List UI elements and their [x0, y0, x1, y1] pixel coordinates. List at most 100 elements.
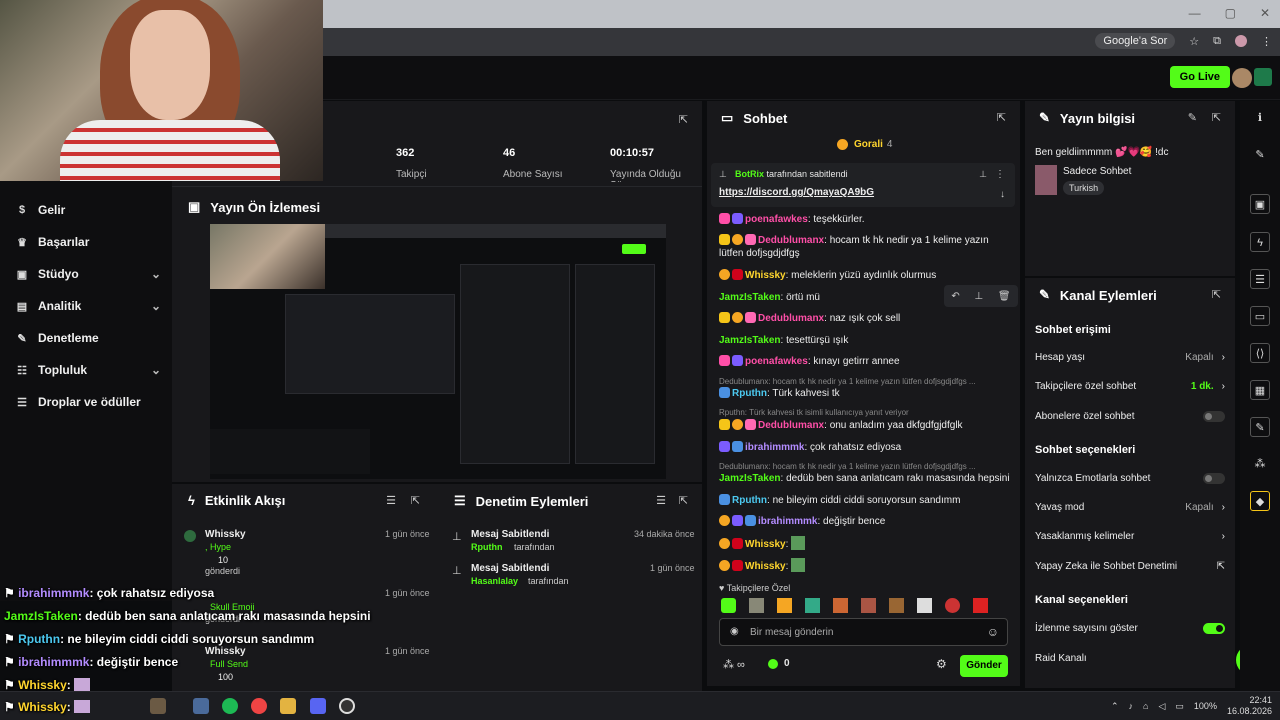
app-icon[interactable]: [150, 698, 166, 714]
top-gifter[interactable]: Gorali 4: [837, 139, 892, 150]
sidebar-item-moderation[interactable]: ✎ Denetleme: [16, 331, 161, 345]
chat-message[interactable]: Rputhn: Türk kahvesi tk: [719, 387, 1014, 400]
reply-icon[interactable]: ↶: [951, 291, 959, 302]
lightning-icon[interactable]: ϟ: [1250, 232, 1270, 252]
pin-icon[interactable]: ⊥: [979, 169, 987, 180]
app-logo-icon[interactable]: [1254, 68, 1272, 86]
expand-icon[interactable]: ⇱: [679, 494, 688, 507]
raid-row[interactable]: Raid Kanalı: [1035, 653, 1225, 664]
subs-chat-toggle[interactable]: [1203, 411, 1225, 422]
chat-message[interactable]: ibrahimmmk: değiştir bence: [719, 515, 1014, 528]
chat-message[interactable]: Dedublumanx: onu anladım yaa dkfgdfgjdfg…: [719, 419, 1014, 432]
star-icon[interactable]: ☆: [1189, 35, 1199, 48]
expand-icon[interactable]: ⇱: [411, 494, 420, 507]
chat-input[interactable]: ◉ Bir mesaj gönderin ☺: [719, 618, 1008, 646]
extensions-icon[interactable]: ⧉: [1213, 35, 1221, 48]
pinned-message[interactable]: ⊥ BotRix tarafından sabitlendi https://d…: [711, 163, 1015, 207]
chat-message[interactable]: Whissky: meleklerin yüzü aydınlık olurmu…: [719, 269, 1014, 282]
emote-icon[interactable]: [777, 598, 792, 613]
community-icon[interactable]: ⁂: [1250, 454, 1270, 474]
arrow-down-icon[interactable]: ↓: [1000, 189, 1005, 200]
go-live-button[interactable]: Go Live: [1169, 66, 1230, 88]
chat-message[interactable]: poenafawkes: teşekkürler.: [719, 213, 1014, 226]
pinned-link[interactable]: https://discord.gg/QmayaQA9bG: [719, 187, 874, 198]
stream-preview-video[interactable]: [210, 224, 666, 479]
emote-icon[interactable]: [917, 598, 932, 613]
folder-icon[interactable]: [280, 698, 296, 714]
emote-icon[interactable]: [749, 598, 764, 613]
chrome-icon[interactable]: [251, 698, 267, 714]
delete-icon[interactable]: 🗑: [998, 291, 1011, 302]
profile-icon[interactable]: [1235, 35, 1247, 47]
obs-icon[interactable]: [339, 698, 355, 714]
sidebar-item-achievements[interactable]: ♛ Başarılar: [16, 235, 161, 249]
sidebar-item-analytics[interactable]: ▤ Analitik ⌄: [16, 299, 161, 313]
spotify-icon[interactable]: [222, 698, 238, 714]
sidebar-item-studio[interactable]: ▣ Stüdyo ⌄: [16, 267, 161, 281]
filter-icon[interactable]: ☰: [386, 494, 396, 507]
banned-words-row[interactable]: Yasaklanmış kelimeler ›: [1035, 531, 1225, 542]
menu-icon[interactable]: ⋮: [1261, 35, 1272, 48]
sidebar-item-community[interactable]: ☷ Topluluk ⌄: [16, 363, 161, 377]
google-ask-button[interactable]: Google'a Sor: [1095, 33, 1176, 49]
chat-message[interactable]: Rputhn: ne bileyim ciddi ciddi soruyorsu…: [719, 494, 1014, 507]
followers-chat-row[interactable]: Takipçilere özel sohbet 1 dk. ›: [1035, 381, 1225, 392]
code-icon[interactable]: ⟨⟩: [1250, 343, 1270, 363]
chat-message[interactable]: JamzIsTaken: tesettürşü ışık: [719, 334, 1014, 347]
minimize-button[interactable]: —: [1189, 6, 1201, 20]
maximize-button[interactable]: ▢: [1225, 6, 1236, 20]
emote-icon[interactable]: [833, 598, 848, 613]
emote-icon[interactable]: [721, 598, 736, 613]
pin-icon[interactable]: ⊥: [974, 291, 983, 302]
expand-icon[interactable]: ⇱: [679, 113, 688, 126]
channel-points[interactable]: 0: [768, 658, 790, 669]
send-button[interactable]: Gönder: [960, 655, 1008, 677]
emoji-icon[interactable]: ☺: [987, 625, 999, 639]
edit-icon[interactable]: ✎: [1250, 145, 1270, 165]
chat-message[interactable]: JamzIsTaken: dedüb ben sana anlatıcam ra…: [719, 472, 1014, 485]
gift-icon[interactable]: ◆: [1250, 491, 1270, 511]
emote-icon[interactable]: [805, 598, 820, 613]
chat-message[interactable]: Dedublumanx: hocam tk hk nedir ya 1 keli…: [719, 234, 1014, 260]
info-icon[interactable]: ℹ: [1250, 108, 1270, 128]
chat-icon[interactable]: ▭: [1250, 306, 1270, 326]
discord-icon[interactable]: [310, 698, 326, 714]
chat-message[interactable]: ibrahimmmk: çok rahatsız ediyosa: [719, 441, 1014, 454]
expand-icon[interactable]: ⇱: [1212, 111, 1221, 124]
wrench-icon[interactable]: ✎: [1250, 417, 1270, 437]
show-viewers-toggle[interactable]: [1203, 623, 1225, 634]
edit-icon[interactable]: ✎: [1188, 111, 1197, 124]
filter-icon[interactable]: ☰: [656, 494, 666, 507]
chat-message[interactable]: Dedublumanx: naz ışık çok sell: [719, 312, 1014, 325]
chat-message[interactable]: Whissky:: [719, 536, 1014, 551]
more-icon[interactable]: ⋮: [995, 169, 1005, 180]
volume-icon[interactable]: ◁: [1158, 701, 1165, 712]
slow-mode-row[interactable]: Yavaş mod Kapalı ›: [1035, 502, 1225, 513]
ai-moderation-row[interactable]: Yapay Zeka ile Sohbet Denetimi ⇱: [1035, 561, 1225, 572]
close-button[interactable]: ✕: [1260, 6, 1270, 20]
category-name[interactable]: Sadece Sohbet: [1063, 166, 1131, 177]
expand-icon[interactable]: ⇱: [997, 111, 1006, 124]
chat-message[interactable]: poenafawkes: kınayı getirrr annee: [719, 355, 1014, 368]
preview-icon[interactable]: ▣: [1250, 194, 1270, 214]
network-icon[interactable]: ⌂: [1143, 701, 1148, 711]
app-icon[interactable]: [193, 698, 209, 714]
avatar[interactable]: [1232, 68, 1252, 88]
expand-icon[interactable]: ⇱: [1212, 288, 1221, 301]
chat-message[interactable]: Whissky:: [719, 558, 1014, 573]
emote-icon[interactable]: [945, 598, 960, 613]
list-icon[interactable]: ☰: [1250, 269, 1270, 289]
emote-icon[interactable]: [861, 598, 876, 613]
mic-icon[interactable]: ♪: [1129, 701, 1134, 711]
account-age-row[interactable]: Hesap yaşı Kapalı ›: [1035, 352, 1225, 363]
tag-chip[interactable]: Turkish: [1063, 181, 1105, 195]
grid-icon[interactable]: ▦: [1250, 380, 1270, 400]
chevron-up-icon[interactable]: ⌃: [1111, 701, 1119, 712]
emote-icon[interactable]: [889, 598, 904, 613]
sidebar-item-revenue[interactable]: $ Gelir: [16, 203, 161, 217]
infinity-icon[interactable]: ⁂ ∞: [723, 658, 745, 671]
settings-icon[interactable]: ⚙: [936, 657, 947, 671]
emote-icon[interactable]: [973, 598, 988, 613]
battery-icon[interactable]: ▭: [1175, 701, 1184, 712]
clock[interactable]: 22:41 16.08.2026: [1227, 695, 1272, 717]
